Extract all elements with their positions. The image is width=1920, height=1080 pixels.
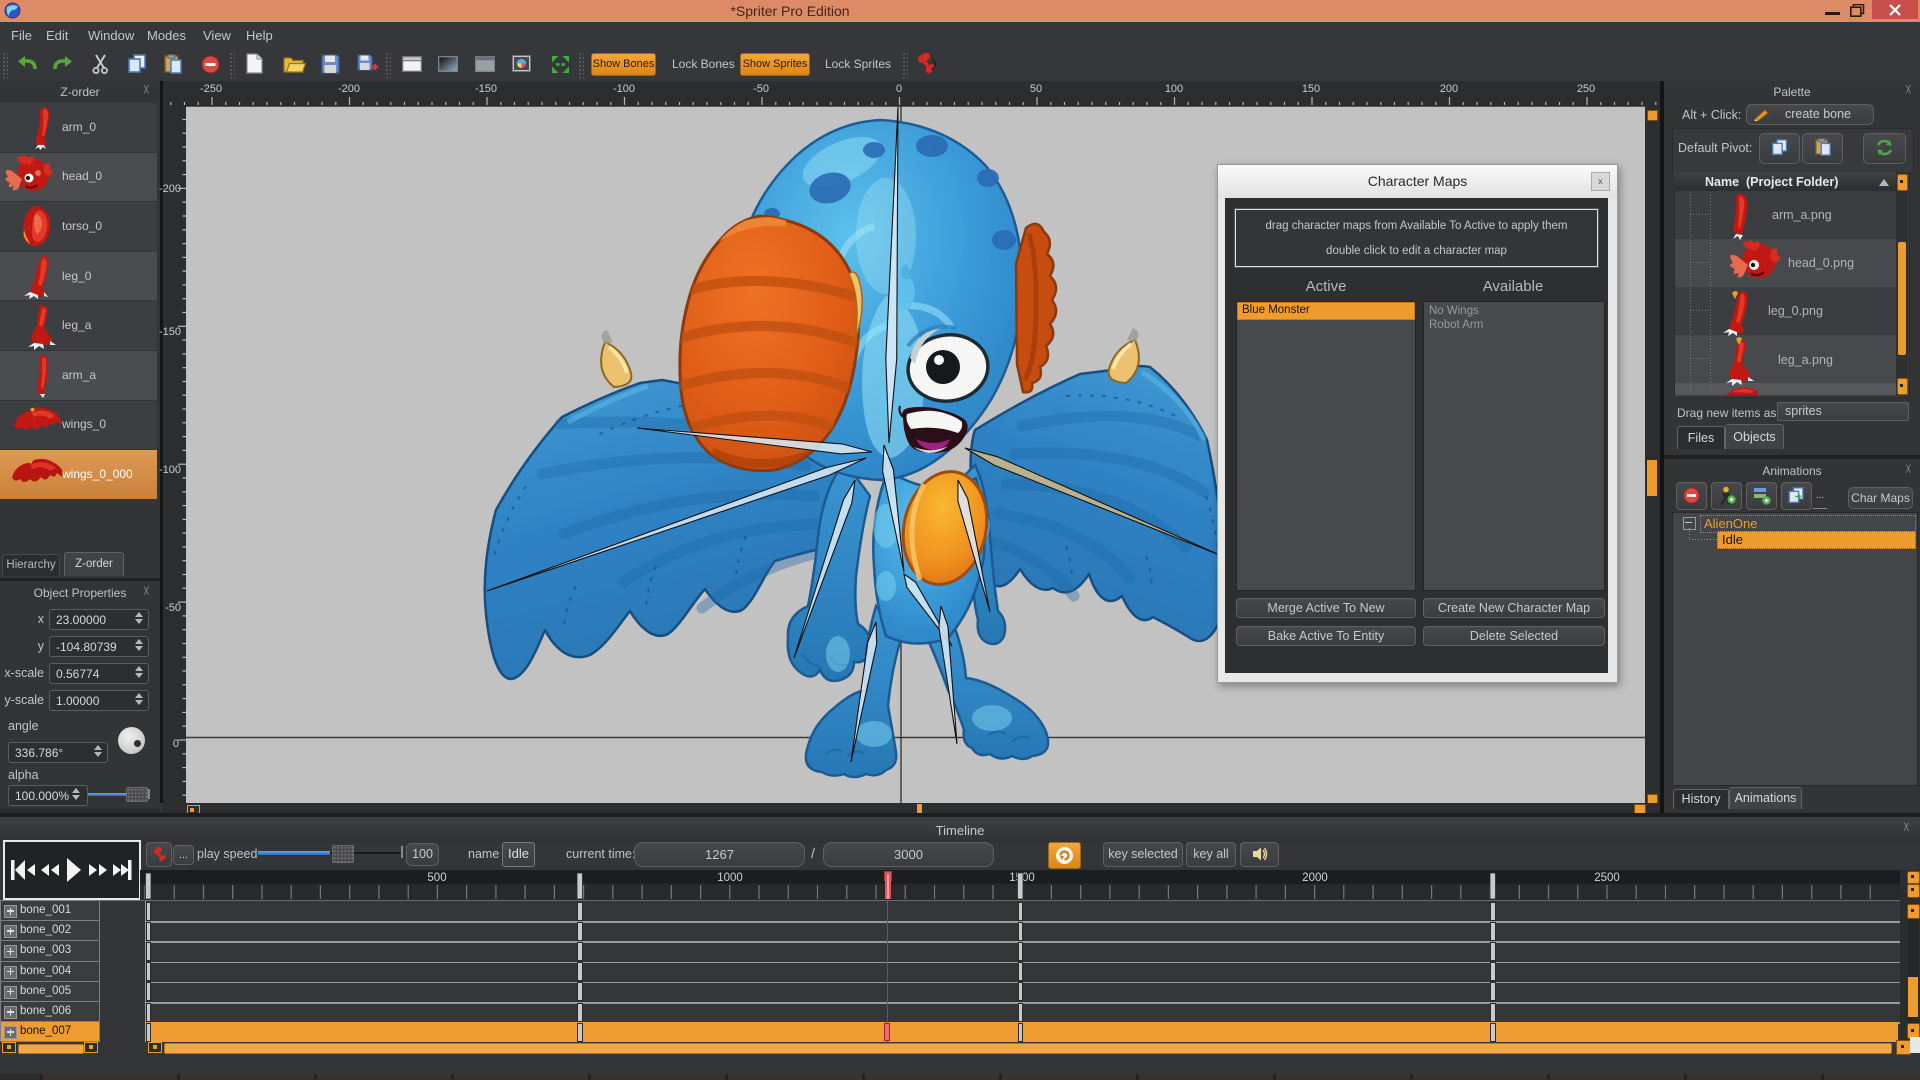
svg-text:1000: 1000 <box>717 872 743 884</box>
svg-text:0: 0 <box>896 83 902 95</box>
svg-text:150: 150 <box>1302 83 1320 95</box>
svg-text:-100: -100 <box>613 83 635 95</box>
svg-text:-150: -150 <box>475 83 497 95</box>
svg-text:200: 200 <box>1440 83 1458 95</box>
svg-text:-250: -250 <box>200 83 222 95</box>
svg-text:2000: 2000 <box>1302 872 1328 884</box>
svg-text:-150: -150 <box>159 326 181 338</box>
svg-text:-200: -200 <box>338 83 360 95</box>
svg-text:-200: -200 <box>159 183 181 195</box>
svg-text:250: 250 <box>1577 83 1595 95</box>
svg-text:-100: -100 <box>159 464 181 476</box>
svg-text:2500: 2500 <box>1594 872 1620 884</box>
svg-text:100: 100 <box>1165 83 1183 95</box>
svg-text:500: 500 <box>427 872 446 884</box>
svg-text:-50: -50 <box>753 83 769 95</box>
svg-text:-50: -50 <box>165 602 181 614</box>
svg-text:50: 50 <box>1030 83 1042 95</box>
